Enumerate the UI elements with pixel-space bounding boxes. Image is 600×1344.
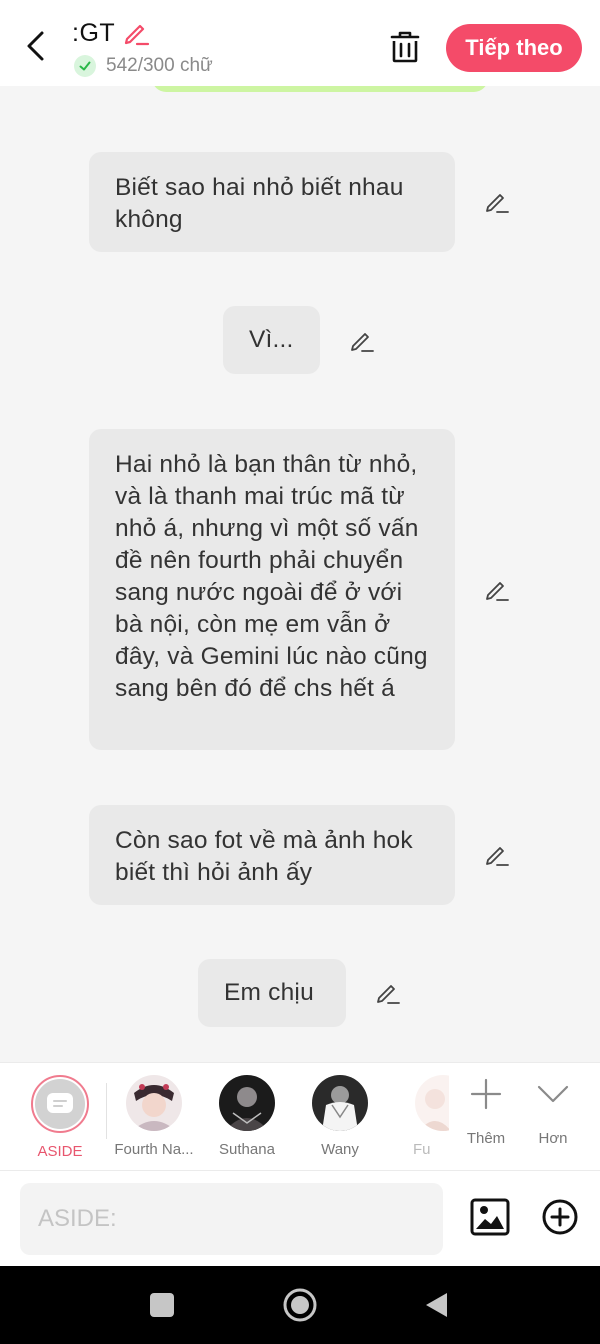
expand-label: Hơn: [538, 1130, 568, 1147]
avatar: [415, 1075, 449, 1131]
pencil-icon: [125, 24, 150, 46]
recent-apps-button[interactable]: [140, 1283, 184, 1327]
character-name: Wany: [321, 1141, 359, 1158]
edit-message-button[interactable]: [482, 575, 512, 605]
character-name: Suthana: [219, 1141, 275, 1158]
pencil-icon: [486, 194, 509, 213]
character-name: Fourth Na...: [114, 1141, 194, 1158]
back-button[interactable]: [18, 26, 54, 66]
pencil-icon: [486, 582, 509, 601]
expand-characters-button[interactable]: Hơn: [523, 1077, 583, 1147]
character-name: ASIDE: [37, 1143, 83, 1160]
message-bubble[interactable]: Em chịu: [198, 959, 346, 1027]
chevron-left-icon: [27, 31, 44, 61]
composer: [0, 1170, 600, 1266]
message-bubble[interactable]: Biết sao hai nhỏ biết nhau không: [89, 152, 455, 252]
delete-button[interactable]: [384, 26, 426, 68]
insert-image-button[interactable]: [468, 1195, 512, 1239]
pencil-icon: [351, 333, 374, 352]
avatar: [219, 1075, 275, 1131]
edit-title-button[interactable]: [121, 18, 151, 48]
message-bubble[interactable]: Vì...: [223, 306, 320, 374]
avatar: [312, 1075, 368, 1131]
message-input[interactable]: [20, 1183, 443, 1255]
square-icon: [150, 1293, 174, 1317]
image-icon: [470, 1198, 510, 1236]
trash-icon: [390, 31, 420, 63]
message-bubble[interactable]: Hai nhỏ là bạn thân từ nhỏ, và là thanh …: [89, 429, 455, 750]
character-name: Fu: [413, 1141, 431, 1158]
top-bar: :GT 542/300 chữ Tiếp theo: [0, 0, 600, 86]
plus-circle-icon: [542, 1199, 578, 1235]
circle-icon: [283, 1288, 317, 1322]
triangle-back-icon: [426, 1293, 447, 1317]
chat-bubble-icon: [47, 1093, 73, 1113]
edit-message-button[interactable]: [482, 187, 512, 217]
system-back-button[interactable]: [414, 1283, 458, 1327]
pencil-icon: [377, 985, 400, 1004]
edit-message-button[interactable]: [347, 326, 377, 356]
avatar: [126, 1075, 182, 1131]
edit-message-button[interactable]: [373, 978, 403, 1008]
home-button[interactable]: [278, 1283, 322, 1327]
add-more-button[interactable]: [538, 1195, 582, 1239]
story-title: :GT: [72, 18, 116, 47]
character-suthana[interactable]: Suthana: [202, 1075, 292, 1158]
check-icon: [74, 55, 96, 77]
add-label: Thêm: [466, 1130, 506, 1147]
plus-icon: [470, 1078, 502, 1110]
next-button[interactable]: Tiếp theo: [446, 24, 582, 72]
avatar: [31, 1075, 89, 1133]
divider: [106, 1083, 107, 1139]
character-aside[interactable]: ASIDE: [15, 1075, 105, 1160]
character-fu[interactable]: Fu: [389, 1075, 449, 1158]
chevron-down-icon: [537, 1085, 569, 1103]
pencil-icon: [486, 847, 509, 866]
character-wany[interactable]: Wany: [295, 1075, 385, 1158]
add-character-button[interactable]: Thêm: [456, 1077, 516, 1147]
message-bubble[interactable]: Còn sao fot về mà ảnh hok biết thì hỏi ả…: [89, 805, 455, 905]
character-fourth[interactable]: Fourth Na...: [109, 1075, 199, 1158]
edit-message-button[interactable]: [482, 840, 512, 870]
system-nav-bar: [0, 1266, 600, 1344]
character-selector: ASIDE Fourth Na... Suthana Wany Fu Thêm …: [0, 1062, 600, 1170]
word-count: 542/300 chữ: [106, 55, 213, 76]
